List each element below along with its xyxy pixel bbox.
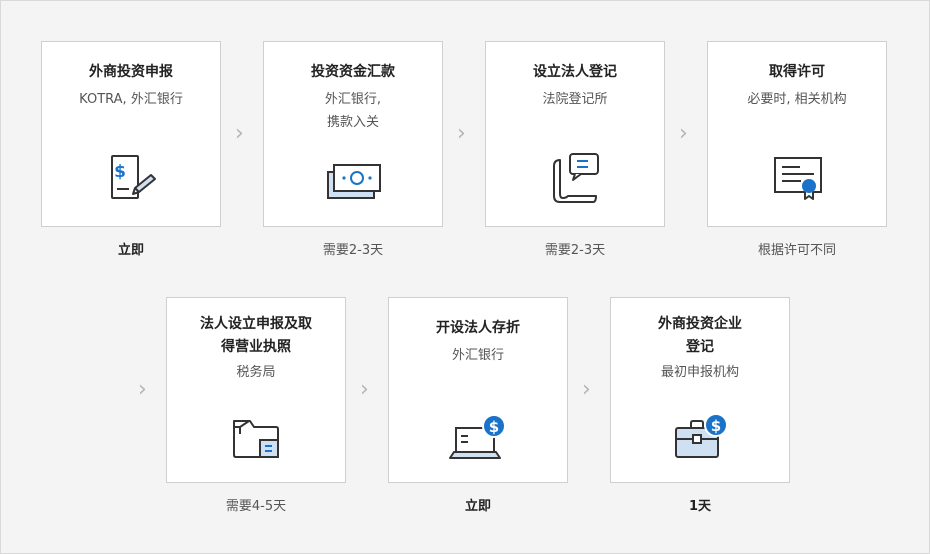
- step-subtitle: 法院登记所: [542, 92, 608, 107]
- step-card-2: 投资资金汇款 外汇银行, 携款入关: [263, 41, 443, 227]
- step-duration: 需要2-3天: [544, 243, 606, 258]
- chevron-right-icon: ›: [360, 377, 369, 402]
- step-title: 外商投资企业 登记: [658, 316, 742, 355]
- step-duration: 需要4-5天: [225, 499, 287, 514]
- step-card-7: 外商投资企业 登记 最初申报机构 $: [610, 297, 790, 483]
- step-title: 开设法人存折: [436, 320, 520, 336]
- chevron-right-icon: ›: [235, 121, 244, 146]
- step-title: 投资资金汇款: [311, 64, 395, 80]
- step-duration: 需要2-3天: [322, 243, 384, 258]
- step-card-1: 外商投资申报 KOTRA, 外汇银行 $: [41, 41, 221, 227]
- laptop-dollar-icon: $: [446, 404, 510, 464]
- certificate-icon: [765, 148, 829, 208]
- step-subtitle: KOTRA, 外汇银行: [79, 92, 183, 107]
- chevron-right-icon: ›: [457, 121, 466, 146]
- step-subtitle: 外汇银行: [451, 348, 504, 363]
- banknotes-icon: [321, 148, 385, 208]
- step-title: 设立法人登记: [533, 64, 617, 80]
- scroll-speech-icon: [543, 148, 607, 208]
- step-subtitle: 外汇银行, 携款入关: [324, 92, 382, 130]
- step-card-4: 取得许可 必要时, 相关机构: [707, 41, 887, 227]
- svg-text:$: $: [489, 418, 499, 436]
- briefcase-dollar-icon: $: [668, 404, 732, 464]
- step-title: 取得许可: [769, 64, 825, 80]
- process-diagram: 外商投资申报 KOTRA, 外汇银行 $ › 投资资金汇款 外汇银行, 携款入关: [0, 0, 930, 554]
- step-subtitle: 税务局: [236, 365, 276, 380]
- step-card-3: 设立法人登记 法院登记所: [485, 41, 665, 227]
- step-subtitle: 最初申报机构: [660, 365, 739, 380]
- step-card-6: 开设法人存折 外汇银行 $: [388, 297, 568, 483]
- step-duration: 立即: [117, 243, 144, 258]
- chevron-right-icon: ›: [582, 377, 591, 402]
- chevron-right-icon: ›: [679, 121, 688, 146]
- step-duration: 1天: [688, 499, 712, 514]
- svg-text:$: $: [114, 162, 126, 182]
- step-title: 法人设立申报及取 得营业执照: [200, 316, 312, 355]
- step-subtitle: 必要时, 相关机构: [747, 92, 847, 107]
- step-duration: 根据许可不同: [757, 243, 836, 258]
- chevron-right-icon: ›: [138, 377, 147, 402]
- step-title: 外商投资申报: [89, 64, 173, 80]
- step-card-5: 法人设立申报及取 得营业执照 税务局: [166, 297, 346, 483]
- step-duration: 立即: [464, 499, 491, 514]
- folder-icon: [224, 404, 288, 464]
- document-sign-icon: $: [99, 148, 163, 208]
- svg-text:$: $: [711, 417, 721, 435]
